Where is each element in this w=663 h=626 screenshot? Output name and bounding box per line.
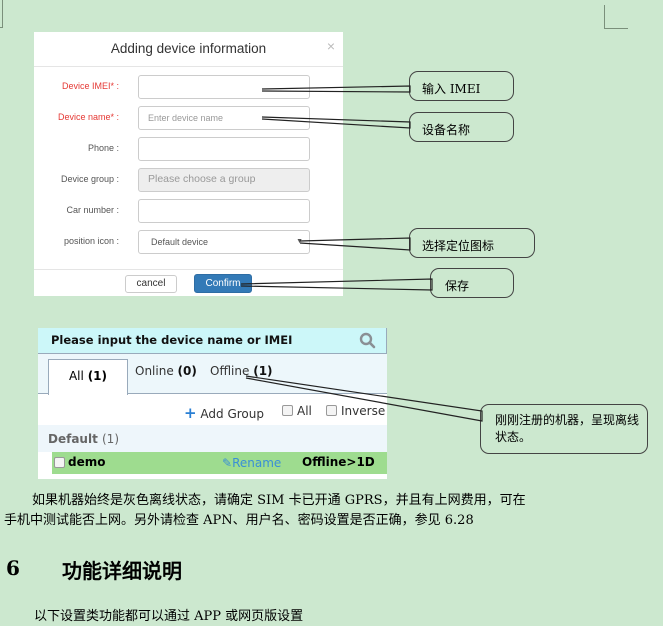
search-placeholder: Please input the device name or IMEI	[51, 333, 293, 347]
close-icon[interactable]: ×	[327, 38, 335, 54]
rename-link[interactable]: ✎Rename	[222, 456, 281, 470]
position-icon-value: Default device	[151, 237, 209, 247]
field-row-phone: Phone :	[34, 137, 343, 161]
group-toolbar: + Add Group All Inverse	[38, 395, 387, 425]
position-icon-label: position icon :	[63, 236, 119, 246]
callout-position-icon: 选择定位图标	[409, 228, 535, 258]
device-row[interactable]: demo ✎Rename Offline>1D	[52, 452, 387, 474]
paragraph-1-line-2: 手机中测试能否上网。另外请检查 APN、用户名、密码设置是否正确，参见 6.28	[4, 513, 474, 528]
group-header-default[interactable]: Default (1)	[38, 425, 387, 452]
confirm-button[interactable]: Confirm	[194, 274, 252, 293]
inverse-checkbox[interactable]: Inverse	[326, 404, 385, 418]
dialog-header-divider	[34, 66, 343, 67]
tab-all-count: (1)	[87, 369, 108, 383]
checkbox-icon	[282, 405, 293, 416]
device-status: Offline>1D	[302, 455, 375, 469]
position-icon-select[interactable]: Default device ▼	[138, 230, 310, 254]
plus-icon: +	[184, 404, 197, 422]
tab-all-label: All	[68, 369, 84, 383]
checkbox-icon	[326, 405, 337, 416]
tab-online[interactable]: Online (0)	[135, 364, 197, 378]
device-list-panel: Please input the device name or IMEI All…	[38, 328, 387, 479]
field-row-position-icon: position icon : Default device ▼	[34, 230, 343, 254]
group-count: (1)	[102, 432, 119, 446]
add-group-label: Add Group	[200, 407, 264, 421]
cancel-button[interactable]: cancel	[125, 275, 177, 293]
imei-input[interactable]	[138, 75, 310, 99]
select-all-checkbox[interactable]: All	[282, 404, 312, 418]
device-group-input[interactable]: Please choose a group	[138, 168, 310, 192]
panel-bottom-edge	[52, 474, 387, 479]
callout-save: 保存	[430, 268, 514, 298]
callout-imei: 输入 IMEI	[409, 71, 514, 101]
dialog-footer-divider	[34, 269, 343, 270]
section-number: 6	[6, 556, 20, 580]
callout-offline: 刚刚注册的机器，呈现离线状态。	[480, 404, 648, 454]
device-checkbox[interactable]	[54, 457, 65, 468]
device-search-input[interactable]: Please input the device name or IMEI	[38, 328, 387, 354]
car-number-label: Car number :	[66, 205, 119, 215]
phone-input[interactable]	[138, 137, 310, 161]
paragraph-1-line-1: 如果机器始终是灰色离线状态，请确定 SIM 卡已开通 GPRS，并且有上网费用，…	[32, 493, 526, 508]
search-icon[interactable]	[359, 332, 376, 349]
select-all-label: All	[297, 404, 312, 418]
device-name-input[interactable]: Enter device name	[138, 106, 310, 130]
field-row-imei: Device IMEI* :	[34, 75, 343, 99]
car-number-input[interactable]	[138, 199, 310, 223]
paragraph-2: 以下设置类功能都可以通过 APP 或网页版设置	[34, 609, 304, 624]
add-group-button[interactable]: + Add Group	[184, 404, 264, 422]
page-corner-mark-top-left	[0, 0, 3, 28]
group-name: Default	[48, 432, 98, 446]
rename-label: Rename	[232, 456, 282, 470]
tab-online-count: (0)	[177, 364, 197, 378]
add-device-dialog: Adding device information × Device IMEI*…	[34, 32, 343, 296]
tab-offline-label: Offline	[210, 364, 250, 378]
callout-device-name: 设备名称	[409, 112, 514, 142]
edit-icon: ✎	[222, 456, 233, 470]
field-row-device-name: Device name* : Enter device name	[34, 106, 343, 130]
device-name: demo	[68, 455, 106, 469]
chevron-down-icon: ▼	[296, 238, 303, 245]
tab-online-label: Online	[135, 364, 174, 378]
field-row-car-number: Car number :	[34, 199, 343, 223]
group-label: Default (1)	[48, 432, 119, 446]
inverse-label: Inverse	[341, 404, 386, 418]
page-corner-mark-top-right	[604, 5, 628, 29]
tab-offline-count: (1)	[253, 364, 273, 378]
field-row-device-group: Device group : Please choose a group	[34, 168, 343, 192]
status-tabs: All (1) Online (0) Offline (1)	[38, 354, 387, 395]
tab-all[interactable]: All (1)	[48, 359, 128, 395]
device-group-label: Device group :	[60, 174, 119, 184]
device-name-label: Device name* :	[57, 112, 119, 122]
section-title: 功能详细说明	[62, 559, 182, 583]
tab-offline[interactable]: Offline (1)	[210, 364, 273, 378]
imei-label: Device IMEI* :	[61, 81, 119, 91]
phone-label: Phone :	[87, 143, 119, 153]
dialog-title: Adding device information	[110, 41, 267, 56]
